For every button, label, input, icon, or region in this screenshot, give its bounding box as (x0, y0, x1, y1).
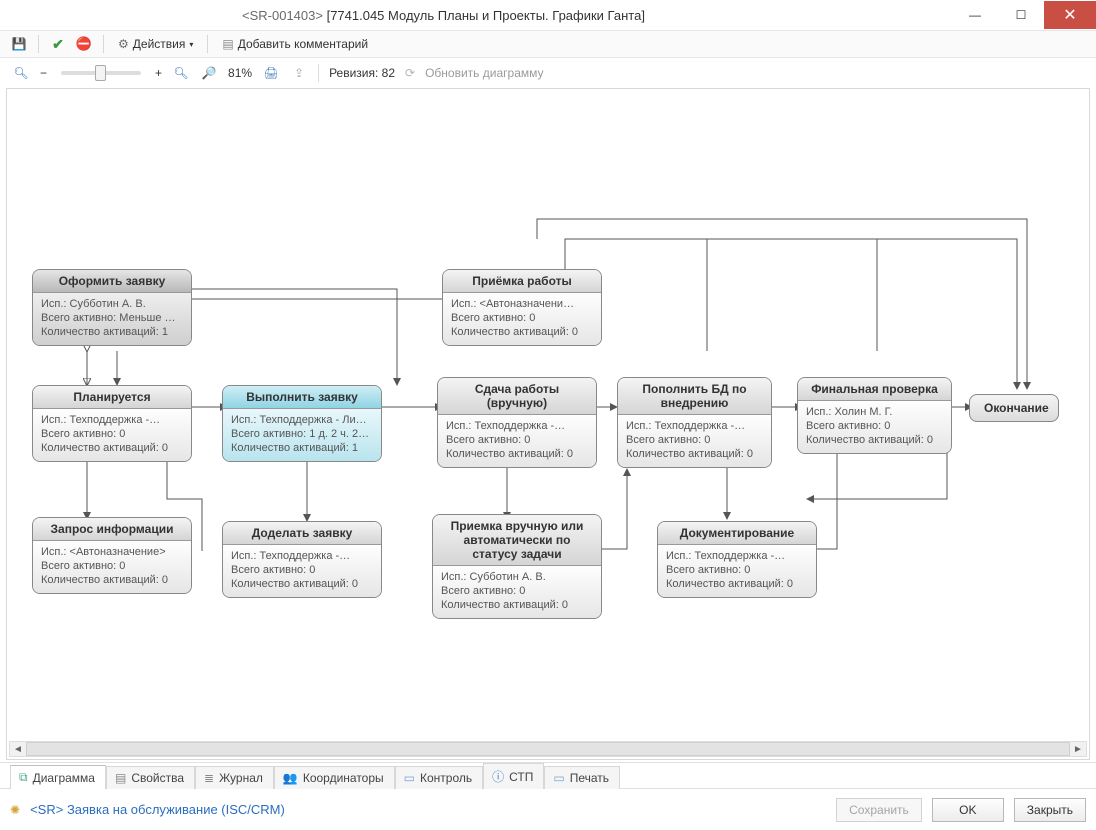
main-toolbar: 💾 ✔ ⛔ ⚙ Действия ▾ ▤ Добавить комментари… (0, 30, 1096, 58)
node-submit-work[interactable]: Сдача работы (вручную) Исп.: Техподдержк… (437, 377, 597, 468)
node-documentation[interactable]: Документирование Исп.: Техподдержка -… В… (657, 521, 817, 598)
scroll-left-button[interactable]: ◄ (10, 742, 26, 756)
node-execute-request[interactable]: Выполнить заявку Исп.: Техподдержка - Ли… (222, 385, 382, 462)
window-close-button[interactable]: ✕ (1044, 1, 1096, 29)
gear-icon: ⚙ (118, 37, 129, 51)
scroll-right-button[interactable]: ► (1070, 742, 1086, 756)
node-planned[interactable]: Планируется Исп.: Техподдержка -… Всего … (32, 385, 192, 462)
node-finish-request[interactable]: Доделать заявку Исп.: Техподдержка -… Вс… (222, 521, 382, 598)
window-title: <SR-001403> [7741.045 Модуль Планы и Про… (12, 8, 645, 23)
title-code: <SR-001403> (242, 8, 323, 23)
export-icon[interactable]: ⇪ (290, 64, 308, 82)
tab-diagram[interactable]: ⧉Диаграмма (10, 765, 106, 789)
node-acceptance[interactable]: Приёмка работы Исп.: <Автоназначени… Все… (442, 269, 602, 346)
diagram-canvas: Оформить заявку Исп.: Субботин А. В. Все… (7, 89, 1077, 729)
actions-label: Действия (133, 37, 186, 51)
window-titlebar: <SR-001403> [7741.045 Модуль Планы и Про… (0, 0, 1096, 30)
chevron-down-icon: ▾ (189, 40, 193, 49)
info-icon: ⓘ (492, 768, 504, 785)
zoom-toolbar: 🔍︎ − + 🔍︎ 🔎 81% 🖨 ⇪ Ревизия: 82 ⟳ Обнови… (0, 58, 1096, 88)
node-info-request[interactable]: Запрос информации Исп.: <Автоназначение>… (32, 517, 192, 594)
actions-dropdown[interactable]: ⚙ Действия ▾ (114, 35, 197, 53)
control-icon: ▭ (404, 771, 415, 785)
reject-icon[interactable]: ⛔ (75, 35, 93, 53)
node-manual-auto-check[interactable]: Приемка вручную или автоматически по ста… (432, 514, 602, 619)
window-minimize-button[interactable]: — (952, 1, 998, 29)
tab-properties[interactable]: ▤Свойства (106, 766, 195, 789)
footer-bar: ✺ <SR> Заявка на обслуживание (ISC/CRM) … (0, 788, 1096, 830)
node-fill-db[interactable]: Пополнить БД по внедрению Исп.: Техподде… (617, 377, 772, 468)
node-title: Пополнить БД по внедрению (618, 378, 771, 415)
node-title: Финальная проверка (798, 378, 951, 401)
zoom-in-icon[interactable]: 🔍︎ (172, 64, 190, 82)
zoom-slider[interactable] (61, 71, 141, 75)
refresh-icon[interactable]: ⟳ (405, 66, 415, 80)
comment-icon: ▤ (222, 37, 233, 51)
approve-icon[interactable]: ✔ (49, 35, 67, 53)
node-end[interactable]: Окончание (969, 394, 1059, 422)
zoom-percent: 81% (228, 66, 252, 80)
node-title: Приёмка работы (443, 270, 601, 293)
node-title: Приемка вручную или автоматически по ста… (433, 515, 601, 566)
close-button[interactable]: Закрыть (1014, 798, 1086, 822)
node-title: Планируется (33, 386, 191, 409)
footer-link[interactable]: <SR> Заявка на обслуживание (ISC/CRM) (30, 802, 285, 817)
node-title: Документирование (658, 522, 816, 545)
node-create-request[interactable]: Оформить заявку Исп.: Субботин А. В. Все… (32, 269, 192, 346)
refresh-diagram-link[interactable]: Обновить диаграмму (425, 66, 543, 80)
node-title: Окончание (984, 401, 1049, 415)
people-icon: 👥 (283, 771, 298, 785)
journal-icon: ≣ (204, 771, 214, 785)
zoom-slider-thumb[interactable] (95, 65, 106, 81)
save-icon[interactable]: 💾 (10, 35, 28, 53)
ok-button[interactable]: OK (932, 798, 1004, 822)
node-title: Доделать заявку (223, 522, 381, 545)
add-comment-label: Добавить комментарий (238, 37, 368, 51)
node-final-check[interactable]: Финальная проверка Исп.: Холин М. Г. Все… (797, 377, 952, 454)
scrollbar-thumb[interactable] (26, 742, 1070, 756)
print-icon[interactable]: 🖨 (262, 64, 280, 82)
window-maximize-button[interactable]: ☐ (998, 1, 1044, 29)
node-title: Оформить заявку (33, 270, 191, 293)
properties-icon: ▤ (115, 771, 126, 785)
print-tab-icon: ▭ (553, 771, 564, 785)
add-comment-button[interactable]: ▤ Добавить комментарий (218, 35, 372, 53)
tab-control[interactable]: ▭Контроль (395, 766, 483, 789)
tab-print[interactable]: ▭Печать (544, 766, 620, 789)
save-button: Сохранить (836, 798, 922, 822)
revision-label: Ревизия: 82 (329, 66, 395, 80)
title-main: [7741.045 Модуль Планы и Проекты. График… (327, 8, 645, 23)
tab-stp[interactable]: ⓘСТП (483, 763, 544, 789)
tab-coordinators[interactable]: 👥Координаторы (274, 766, 395, 789)
scrollbar-track[interactable] (26, 742, 1070, 756)
gear-footer-icon: ✺ (10, 803, 20, 817)
node-title: Выполнить заявку (223, 386, 381, 409)
node-title: Запрос информации (33, 518, 191, 541)
diagram-icon: ⧉ (19, 770, 28, 785)
tab-journal[interactable]: ≣Журнал (195, 766, 274, 789)
horizontal-scrollbar[interactable]: ◄ ► (9, 741, 1087, 757)
zoom-out-icon[interactable]: 🔍︎ (12, 64, 30, 82)
node-title: Сдача работы (вручную) (438, 378, 596, 415)
bottom-tabs: ⧉Диаграмма ▤Свойства ≣Журнал 👥Координато… (0, 762, 1096, 788)
diagram-viewport[interactable]: Оформить заявку Исп.: Субботин А. В. Все… (6, 88, 1090, 760)
zoom-fit-icon[interactable]: 🔎 (200, 64, 218, 82)
